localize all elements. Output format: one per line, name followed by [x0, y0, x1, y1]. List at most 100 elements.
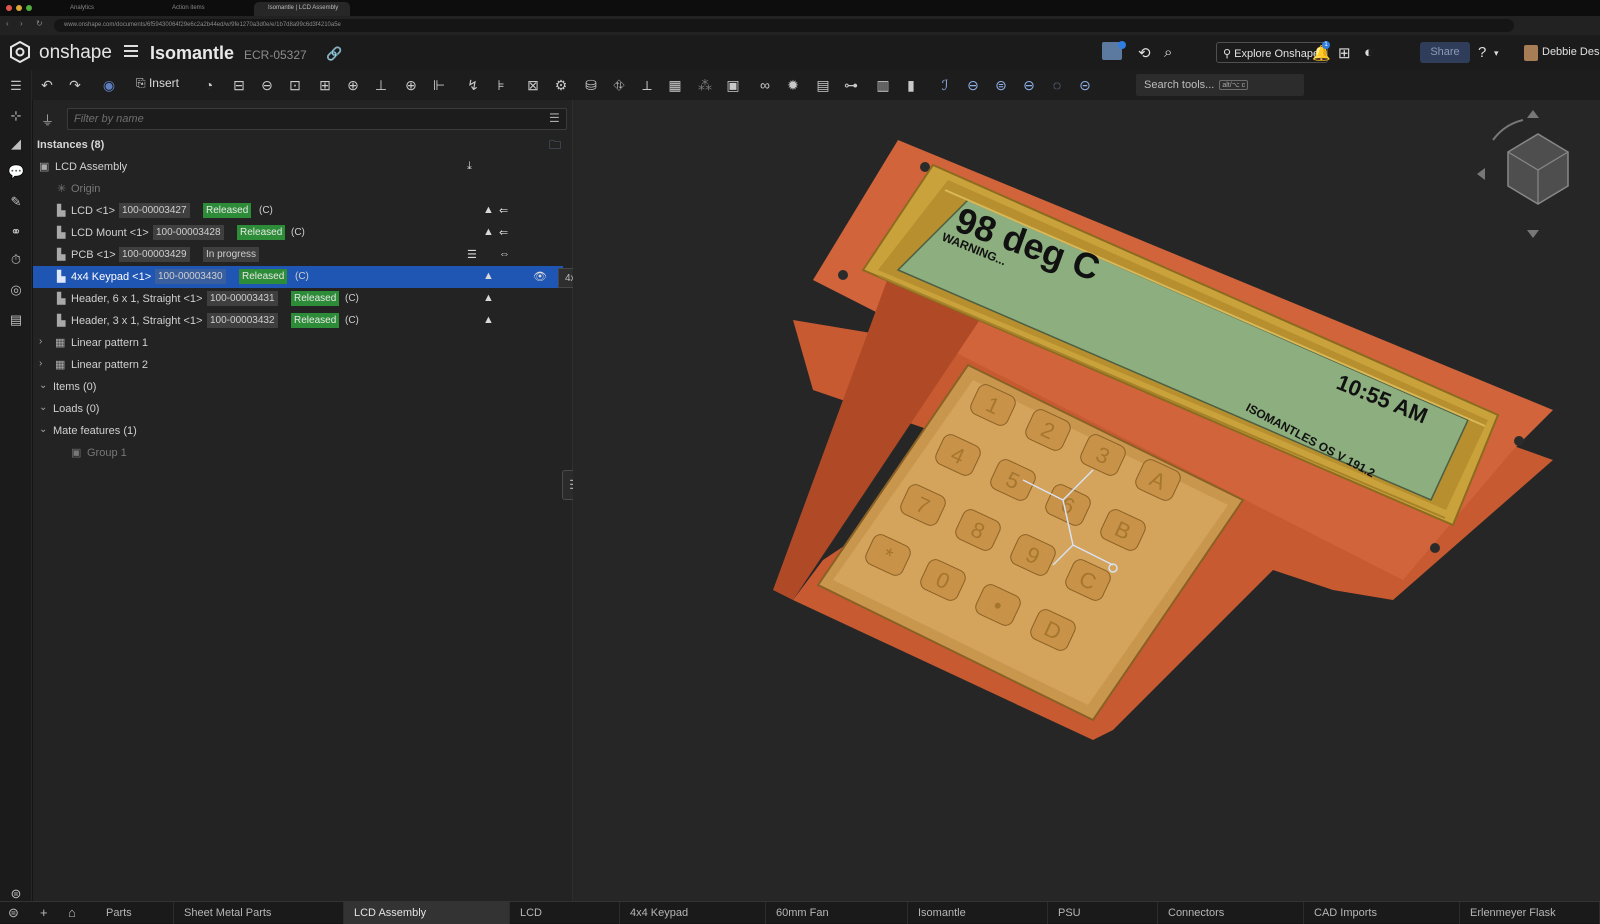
insert-button[interactable]: ⎘ Insert	[136, 76, 179, 91]
parallel-mate-icon[interactable]: ⊩	[430, 76, 448, 94]
notes-icon[interactable]: ✎	[8, 194, 24, 210]
branch-icon[interactable]: ⟲	[1138, 44, 1151, 62]
avatar[interactable]	[1524, 45, 1538, 61]
mates-icon[interactable]: ⚭	[8, 224, 24, 240]
replicate-icon[interactable]: ▦	[666, 76, 684, 94]
list-item-pattern[interactable]: › ▦ Linear pattern 2	[33, 354, 563, 376]
bottom-tab[interactable]: Parts	[96, 902, 174, 924]
bom-icon[interactable]: ▥	[874, 76, 892, 94]
close-window-icon[interactable]	[6, 5, 12, 11]
bottom-tab[interactable]: Isomantle	[908, 902, 1048, 924]
chevron-right-icon[interactable]: ›	[39, 336, 42, 347]
shell-icon[interactable]: ⊝	[1076, 76, 1094, 94]
maximize-window-icon[interactable]	[26, 5, 32, 11]
grid-icon[interactable]: ⊞	[1338, 44, 1351, 62]
minimize-window-icon[interactable]	[16, 5, 22, 11]
url-field[interactable]: www.onshape.com/documents/6f59430064f29e…	[54, 19, 1514, 32]
search-icon[interactable]: ⌕	[1164, 44, 1172, 61]
link-arrow-icon[interactable]: ⇔	[499, 248, 510, 260]
bottom-tab[interactable]: LCD Assembly	[344, 902, 510, 924]
reload-icon[interactable]: ↻	[36, 19, 43, 28]
cylindrical-mate-icon[interactable]: ⊕	[344, 76, 362, 94]
bottom-tab[interactable]: CAD Imports	[1304, 902, 1460, 924]
bottom-tab[interactable]: Connectors	[1158, 902, 1304, 924]
table-row[interactable]: ▙ LCD <1> 100-00003427 Released (C) ▲ ⇐	[33, 200, 563, 222]
revolute-mate-icon[interactable]: ⊖	[258, 76, 276, 94]
help-icon[interactable]: ?	[1478, 44, 1486, 61]
table-row-selected[interactable]: ▙ 4x4 Keypad <1> 100-00003430 Released (…	[33, 266, 563, 288]
redo-icon[interactable]: ↷	[66, 76, 84, 94]
view-cube-icon[interactable]	[1477, 110, 1569, 238]
pattern-icon[interactable]: ⁂	[696, 76, 714, 94]
section-view-icon[interactable]: ▤	[814, 76, 832, 94]
home-icon[interactable]: ⌂	[68, 905, 76, 920]
globe-icon[interactable]: ◐	[1364, 44, 1373, 61]
linear-relation-icon[interactable]: ⟂	[638, 76, 656, 94]
document-title[interactable]: Isomantle	[150, 43, 234, 64]
width-mate-icon[interactable]: ⊧	[492, 76, 510, 94]
rack-pinion-icon[interactable]: ⛁	[582, 76, 600, 94]
fillet-icon[interactable]: ⊖	[1020, 76, 1038, 94]
filter-input[interactable]: Filter by name	[67, 108, 567, 130]
chevron-down-icon[interactable]: ⌄	[39, 402, 47, 413]
folder-icon[interactable]: 🗀	[549, 136, 561, 157]
measure-icon[interactable]: ⊶	[842, 76, 860, 94]
bottom-tab[interactable]: PSU	[1048, 902, 1158, 924]
bottom-tab[interactable]: Sheet Metal Parts	[174, 902, 344, 924]
browser-tab[interactable]: Analytics	[56, 2, 146, 16]
chamfer-icon[interactable]: ◌	[1048, 76, 1066, 94]
add-tab-icon[interactable]: +	[40, 905, 48, 920]
group-icon[interactable]: ▣	[724, 76, 742, 94]
bottom-tab[interactable]: Erlenmeyer Flask	[1460, 902, 1600, 924]
logo-wordmark[interactable]: onshape	[39, 42, 112, 64]
screw-relation-icon[interactable]: ⛗	[610, 76, 628, 94]
explode-icon[interactable]: ✹	[784, 76, 802, 94]
browser-tab[interactable]: Action items	[158, 2, 248, 16]
list-item-mate-group[interactable]: ▣ Group 1	[33, 442, 563, 464]
gear-relation-icon[interactable]: ⚙	[552, 76, 570, 94]
list-item-origin[interactable]: ✳ Origin	[33, 178, 563, 200]
analysis-icon[interactable]: ◎	[8, 282, 24, 298]
ball-mate-icon[interactable]: ⊕	[402, 76, 420, 94]
model-render[interactable]: 98 deg C WARNING... 10:55 AM ISOMANTLES …	[573, 100, 1600, 901]
chevron-down-icon[interactable]: ▾	[1494, 48, 1499, 59]
appearance-icon[interactable]: ◢	[8, 136, 24, 152]
list-options-icon[interactable]: ☰	[549, 111, 560, 125]
table-row[interactable]: ▙ PCB <1> 100-00003429 In progress ☰ ⇔	[33, 244, 563, 266]
user-name[interactable]: Debbie Des	[1542, 46, 1599, 58]
back-icon[interactable]: ‹	[6, 19, 9, 28]
undo-icon[interactable]: ↶	[38, 76, 56, 94]
table-row[interactable]: ▙ LCD Mount <1> 100-00003428 Released (C…	[33, 222, 563, 244]
table-row[interactable]: ▙ Header, 3 x 1, Straight <1> 100-000034…	[33, 310, 563, 332]
planar-mate-icon[interactable]: ⊞	[316, 76, 334, 94]
list-item-group[interactable]: ⌄ Loads (0)	[33, 398, 563, 420]
menu-icon[interactable]	[124, 45, 138, 58]
chevron-down-icon[interactable]: ⌄	[39, 424, 47, 435]
list-item-pattern[interactable]: › ▦ Linear pattern 1	[33, 332, 563, 354]
eye-icon[interactable]: 👁	[533, 270, 547, 283]
hole-icon[interactable]: ⊖	[964, 76, 982, 94]
list-item-group[interactable]: ⌄ Mate features (1)	[33, 420, 563, 442]
simulation-icon[interactable]: ℐ	[936, 76, 954, 94]
forward-icon[interactable]: ›	[20, 19, 23, 28]
list-item-group[interactable]: ⌄ Items (0)	[33, 376, 563, 398]
fastened-mate-icon[interactable]: ⊟	[230, 76, 248, 94]
graphics-viewport[interactable]: 98 deg C WARNING... 10:55 AM ISOMANTLES …	[573, 100, 1600, 901]
pin-slot-mate-icon[interactable]: ⊥	[372, 76, 390, 94]
list-item-assembly[interactable]: ▣ LCD Assembly ⤓	[33, 156, 563, 178]
table-row[interactable]: ▙ Header, 6 x 1, Straight <1> 100-000034…	[33, 288, 563, 310]
view-icon[interactable]: ⊜	[8, 905, 19, 921]
tangent-mate-icon[interactable]: ↯	[464, 76, 482, 94]
window-controls[interactable]	[6, 5, 32, 11]
chevron-down-icon[interactable]: ⌄	[39, 380, 47, 391]
bom-panel-icon[interactable]: ▤	[8, 312, 24, 328]
sweep-icon[interactable]: ⊜	[992, 76, 1010, 94]
search-tools-input[interactable]: Search tools... alt/⌥ c	[1136, 74, 1304, 96]
chevron-right-icon[interactable]: ›	[39, 358, 42, 369]
display-states-icon[interactable]: ◉	[100, 76, 118, 94]
mate-connector-icon[interactable]: ⊠	[524, 76, 542, 94]
view-options-icon[interactable]: ⊜	[8, 886, 24, 902]
comments-icon[interactable]: 💬	[8, 164, 24, 180]
clock-icon[interactable]: ◔	[200, 76, 218, 94]
slider-mate-icon[interactable]: ⊡	[286, 76, 304, 94]
